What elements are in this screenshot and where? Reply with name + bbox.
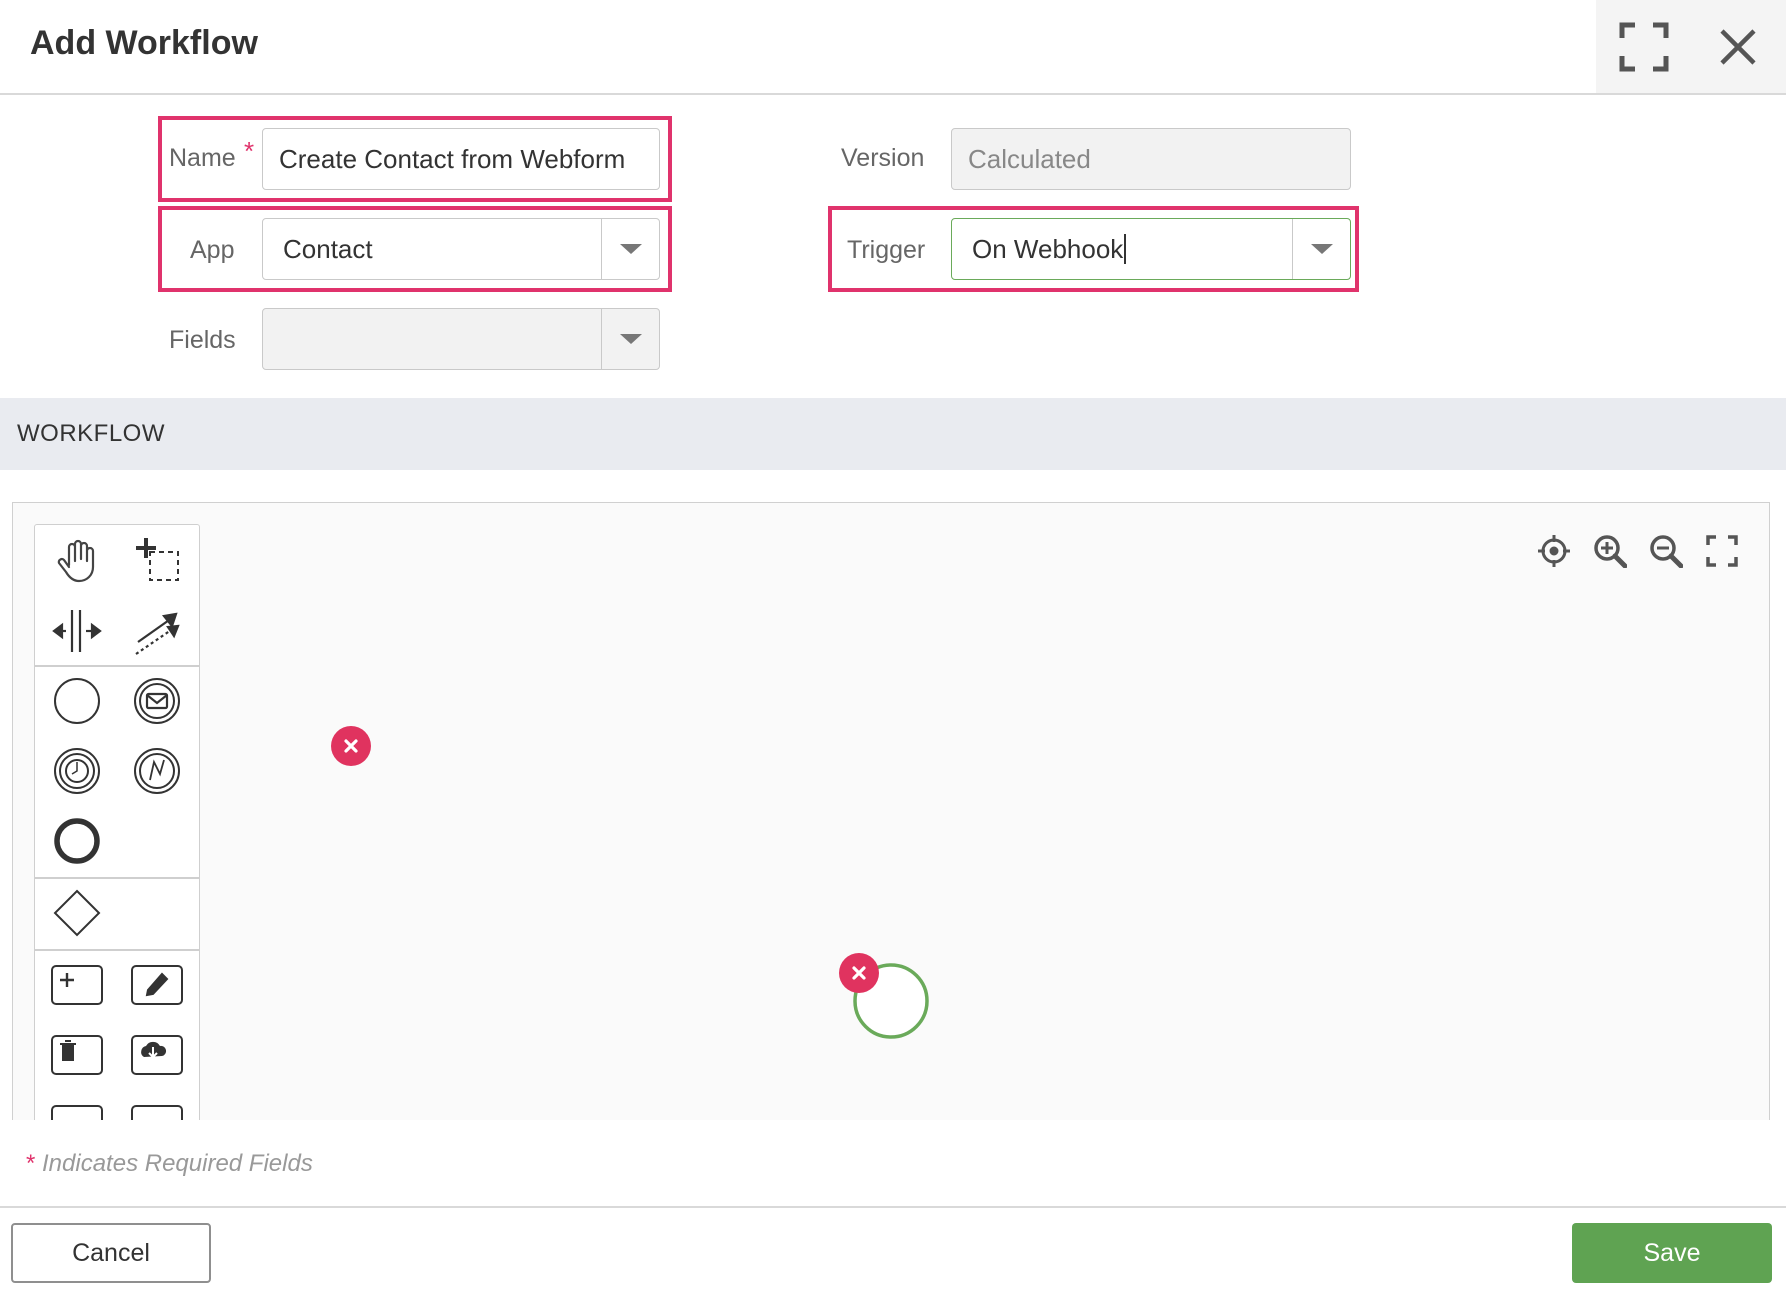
update-task-icon[interactable] xyxy=(129,957,185,1013)
close-icon xyxy=(1720,28,1756,65)
zoom-out-icon[interactable] xyxy=(1646,531,1686,571)
create-task-icon[interactable] xyxy=(49,957,105,1013)
required-fields-text: Indicates Required Fields xyxy=(42,1150,313,1177)
name-label: Name xyxy=(169,144,236,172)
trigger-label: Trigger xyxy=(847,236,926,264)
message-start-event-icon[interactable] xyxy=(129,673,185,729)
download-task-icon[interactable] xyxy=(129,1027,185,1083)
fields-label: Fields xyxy=(169,326,236,354)
fullscreen-button[interactable] xyxy=(1596,0,1692,93)
chevron-down-icon xyxy=(619,334,642,344)
version-input-value: Calculated xyxy=(968,143,1091,174)
start-event-icon[interactable] xyxy=(49,673,105,729)
more-task-icon[interactable] xyxy=(49,1097,105,1120)
error-badge[interactable] xyxy=(839,953,879,993)
app-select[interactable]: Contact xyxy=(262,218,660,280)
delete-task-icon[interactable] xyxy=(49,1027,105,1083)
app-select-value: Contact xyxy=(283,233,373,264)
more-task-icon[interactable] xyxy=(129,1097,185,1120)
required-fields-note: * Indicates Required Fields xyxy=(26,1150,313,1178)
zoom-in-icon[interactable] xyxy=(1590,531,1630,571)
chevron-down-icon xyxy=(619,244,642,254)
footer-divider xyxy=(0,1206,1786,1208)
signal-start-event-icon[interactable] xyxy=(129,743,185,799)
trigger-select[interactable]: On Webhook xyxy=(951,218,1351,280)
close-icon xyxy=(852,966,866,980)
dialog-header: Add Workflow xyxy=(0,0,1786,95)
lasso-tool-icon[interactable] xyxy=(129,533,185,589)
workflow-canvas[interactable] xyxy=(12,502,1770,1120)
tool-palette xyxy=(34,524,200,1120)
required-marker: * xyxy=(244,136,255,166)
version-label: Version xyxy=(841,144,925,172)
workflow-section-header: WORKFLOW xyxy=(0,398,1786,470)
palette-divider xyxy=(35,665,199,667)
required-marker: * xyxy=(26,1150,36,1177)
chevron-down-icon xyxy=(1310,244,1333,254)
palette-divider xyxy=(35,949,199,951)
fit-screen-icon[interactable] xyxy=(1702,531,1742,571)
hand-tool-icon[interactable] xyxy=(49,533,105,589)
space-tool-icon[interactable] xyxy=(49,603,105,659)
expand-icon xyxy=(1619,22,1669,71)
close-icon xyxy=(344,739,358,753)
recenter-icon[interactable] xyxy=(1534,531,1574,571)
save-button[interactable]: Save xyxy=(1572,1223,1772,1283)
version-input: Calculated xyxy=(951,128,1351,190)
app-dropdown-arrow[interactable] xyxy=(601,219,659,279)
palette-divider xyxy=(35,877,199,879)
error-badge[interactable] xyxy=(331,726,371,766)
name-input[interactable]: Create Contact from Webform xyxy=(262,128,660,190)
cancel-button[interactable]: Cancel xyxy=(11,1223,211,1283)
gateway-icon[interactable] xyxy=(49,885,105,941)
fields-select[interactable] xyxy=(262,308,660,370)
trigger-dropdown-arrow[interactable] xyxy=(1292,219,1350,279)
app-label: App xyxy=(190,236,235,264)
connect-tool-icon[interactable] xyxy=(129,603,185,659)
trigger-select-value: On Webhook xyxy=(972,233,1124,264)
workflow-section-title: WORKFLOW xyxy=(17,420,165,447)
dialog-title: Add Workflow xyxy=(30,24,258,62)
timer-start-event-icon[interactable] xyxy=(49,743,105,799)
end-event-icon[interactable] xyxy=(49,813,105,869)
name-input-value: Create Contact from Webform xyxy=(279,143,626,174)
close-button[interactable] xyxy=(1690,0,1786,93)
fields-dropdown-arrow[interactable] xyxy=(601,309,659,369)
text-caret xyxy=(1124,234,1127,264)
